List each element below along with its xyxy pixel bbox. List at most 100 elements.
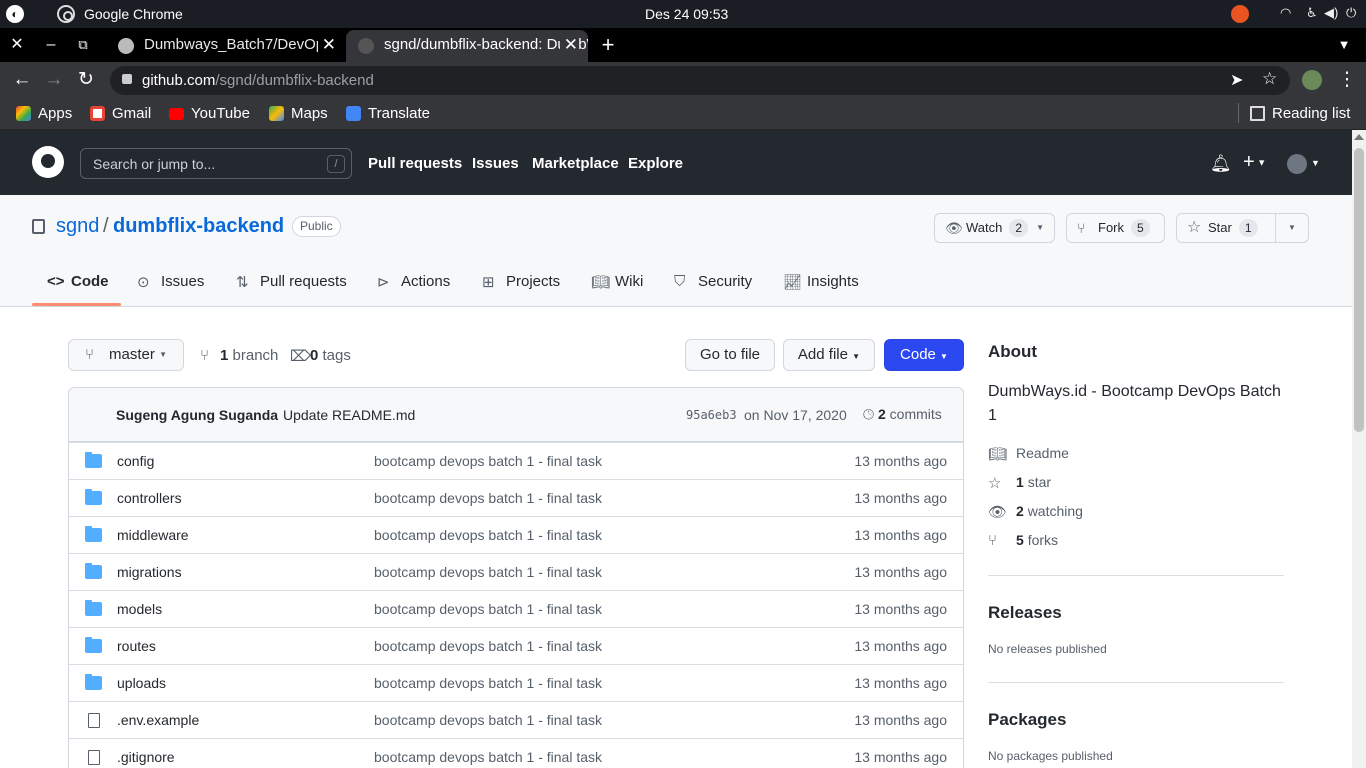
file-commit-message-link[interactable]: bootcamp devops batch 1 - final task bbox=[374, 601, 602, 617]
bookmark-maps[interactable]: Maps bbox=[269, 105, 328, 123]
tab-close-icon[interactable]: ✕ bbox=[559, 30, 578, 60]
search-input[interactable]: Search or jump to... / bbox=[80, 148, 352, 179]
notifications-bell-icon[interactable]: 🔔︎ bbox=[1210, 154, 1232, 174]
star-button[interactable]: ☆ Star 1 bbox=[1176, 213, 1276, 243]
address-bar[interactable]: github.com/sgnd/dumbflix-backend ➤ ☆ bbox=[110, 66, 1290, 95]
back-arrow-icon[interactable]: ← bbox=[10, 69, 34, 91]
file-name-link[interactable]: middleware bbox=[117, 527, 189, 543]
commit-author-link[interactable]: Sugeng Agung Suganda bbox=[116, 407, 278, 423]
star-list-caret-button[interactable]: ▼ bbox=[1275, 213, 1309, 243]
os-logo-icon[interactable]: ◐ bbox=[6, 5, 24, 23]
file-row[interactable]: uploads bootcamp devops batch 1 - final t… bbox=[69, 664, 963, 701]
readme-link[interactable]: 📖︎ Readme bbox=[988, 445, 1069, 463]
window-minimize-icon[interactable]: – bbox=[39, 34, 63, 56]
nav-marketplace[interactable]: Marketplace bbox=[532, 155, 619, 172]
clock[interactable]: Des 24 09:53 bbox=[645, 6, 728, 22]
releases-heading[interactable]: Releases bbox=[988, 603, 1062, 623]
file-name-link[interactable]: uploads bbox=[117, 675, 166, 691]
window-restore-icon[interactable]: ⧉ bbox=[71, 34, 95, 56]
reading-list[interactable]: Reading list bbox=[1250, 105, 1350, 123]
tab-projects[interactable]: ⊞ Projects bbox=[482, 273, 560, 291]
file-name-link[interactable]: .gitignore bbox=[117, 749, 175, 765]
new-tab-icon[interactable]: + bbox=[596, 34, 620, 56]
file-row[interactable]: migrations bootcamp devops batch 1 - fina… bbox=[69, 553, 963, 590]
file-name-link[interactable]: config bbox=[117, 453, 154, 469]
tray-app-icon[interactable] bbox=[1231, 5, 1249, 23]
file-row[interactable]: middleware bootcamp devops batch 1 - fina… bbox=[69, 516, 963, 553]
file-commit-message-link[interactable]: bootcamp devops batch 1 - final task bbox=[374, 675, 602, 691]
file-row[interactable]: config bootcamp devops batch 1 - final ta… bbox=[69, 442, 963, 479]
file-commit-message-link[interactable]: bootcamp devops batch 1 - final task bbox=[374, 527, 602, 543]
repo-name-link[interactable]: dumbflix-backend bbox=[113, 215, 284, 238]
tab-dumbways-batch7[interactable]: Dumbways_Batch7/DevOps ✕ bbox=[106, 30, 346, 62]
packages-heading[interactable]: Packages bbox=[988, 710, 1066, 730]
avatar-caret-icon[interactable]: ▼ bbox=[1311, 158, 1320, 168]
tab-actions[interactable]: ⊳ Actions bbox=[377, 273, 450, 291]
user-avatar[interactable] bbox=[1287, 154, 1307, 174]
commits-history-link[interactable]: 🕒︎ 2 commits bbox=[863, 406, 942, 423]
nav-explore[interactable]: Explore bbox=[628, 155, 683, 172]
tab-wiki[interactable]: 📖︎ Wiki bbox=[591, 273, 643, 291]
file-row[interactable]: controllers bootcamp devops batch 1 - fin… bbox=[69, 479, 963, 516]
nav-issues[interactable]: Issues bbox=[472, 155, 519, 172]
create-new-plus-icon[interactable]: + ▼ bbox=[1243, 151, 1266, 174]
tab-search-chevron-icon[interactable]: ▼ bbox=[1332, 34, 1356, 56]
file-name-link[interactable]: .env.example bbox=[117, 712, 199, 728]
send-tab-icon[interactable]: ➤ bbox=[1230, 70, 1243, 90]
bookmark-apps[interactable]: Apps bbox=[16, 105, 72, 123]
file-commit-message-link[interactable]: bootcamp devops batch 1 - final task bbox=[374, 564, 602, 580]
file-row[interactable]: .gitignore bootcamp devops batch 1 - fina… bbox=[69, 738, 963, 768]
window-close-icon[interactable]: ✕ bbox=[5, 34, 29, 56]
forward-arrow-icon[interactable]: → bbox=[42, 69, 66, 91]
commit-message-link[interactable]: Update README.md bbox=[283, 407, 415, 423]
add-file-button[interactable]: Add file ▼ bbox=[783, 339, 875, 371]
branches-link[interactable]: ⑂ 1 branch bbox=[200, 347, 278, 364]
scrollbar-thumb[interactable] bbox=[1354, 148, 1364, 432]
commit-sha-link[interactable]: 95a6eb3 bbox=[686, 408, 737, 422]
fork-button[interactable]: ⑂ Fork 5 bbox=[1066, 213, 1165, 243]
file-name-link[interactable]: routes bbox=[117, 638, 156, 654]
bookmark-translate[interactable]: Translate bbox=[346, 105, 430, 123]
github-logo-icon[interactable] bbox=[32, 146, 64, 178]
file-row[interactable]: .env.example bootcamp devops batch 1 - fi… bbox=[69, 701, 963, 738]
tab-pull-requests[interactable]: ⇅ Pull requests bbox=[236, 273, 347, 291]
stars-link[interactable]: ☆ 1 star bbox=[988, 474, 1051, 492]
volume-icon[interactable]: ◀) bbox=[1324, 5, 1338, 23]
file-commit-message-link[interactable]: bootcamp devops batch 1 - final task bbox=[374, 490, 602, 506]
tab-close-icon[interactable]: ✕ bbox=[317, 30, 336, 60]
chrome-menu-icon[interactable]: ⋮ bbox=[1335, 69, 1359, 91]
tab-dumbflix-backend[interactable]: sgnd/dumbflix-backend: DumbWays ✕ bbox=[346, 30, 588, 62]
file-commit-message-link[interactable]: bootcamp devops batch 1 - final task bbox=[374, 712, 602, 728]
file-name-link[interactable]: controllers bbox=[117, 490, 182, 506]
profile-avatar[interactable] bbox=[1302, 70, 1322, 90]
branch-select-button[interactable]: ⑂ master ▼ bbox=[68, 339, 184, 371]
scroll-up-arrow-icon[interactable] bbox=[1354, 134, 1364, 140]
file-row[interactable]: routes bootcamp devops batch 1 - final ta… bbox=[69, 627, 963, 664]
tab-insights[interactable]: 📈︎ Insights bbox=[783, 273, 859, 291]
file-row[interactable]: models bootcamp devops batch 1 - final ta… bbox=[69, 590, 963, 627]
file-commit-message-link[interactable]: bootcamp devops batch 1 - final task bbox=[374, 638, 602, 654]
reload-icon[interactable]: ↻ bbox=[74, 69, 98, 91]
nav-pull-requests[interactable]: Pull requests bbox=[368, 155, 462, 172]
file-name-link[interactable]: migrations bbox=[117, 564, 182, 580]
watchers-link[interactable]: 👁︎ 2 watching bbox=[988, 503, 1083, 521]
tab-security[interactable]: ⛉ Security bbox=[674, 273, 752, 290]
wifi-icon[interactable]: ◠ bbox=[1280, 5, 1291, 23]
watch-button[interactable]: 👁︎ Watch 2 ▼ bbox=[934, 213, 1055, 243]
repo-owner-link[interactable]: sgnd bbox=[56, 215, 99, 238]
bookmark-youtube[interactable]: YouTube bbox=[169, 105, 250, 123]
file-name-link[interactable]: models bbox=[117, 601, 162, 617]
go-to-file-button[interactable]: Go to file bbox=[685, 339, 775, 371]
bookmark-gmail[interactable]: Gmail bbox=[90, 105, 151, 123]
tags-link[interactable]: ⌦ 0 tags bbox=[290, 347, 351, 365]
folder-icon bbox=[85, 600, 102, 616]
code-dropdown-button[interactable]: Code ▼ bbox=[884, 339, 964, 371]
bookmark-star-icon[interactable]: ☆ bbox=[1262, 69, 1277, 89]
tab-code[interactable]: <> Code bbox=[47, 273, 109, 290]
forks-link[interactable]: ⑂ 5 forks bbox=[988, 532, 1058, 549]
power-icon[interactable]: ⏻ bbox=[1346, 5, 1356, 23]
accessibility-icon[interactable]: ♿ bbox=[1306, 5, 1318, 23]
file-commit-message-link[interactable]: bootcamp devops batch 1 - final task bbox=[374, 453, 602, 469]
tab-issues[interactable]: ⊙ Issues bbox=[137, 273, 204, 291]
file-commit-message-link[interactable]: bootcamp devops batch 1 - final task bbox=[374, 749, 602, 765]
